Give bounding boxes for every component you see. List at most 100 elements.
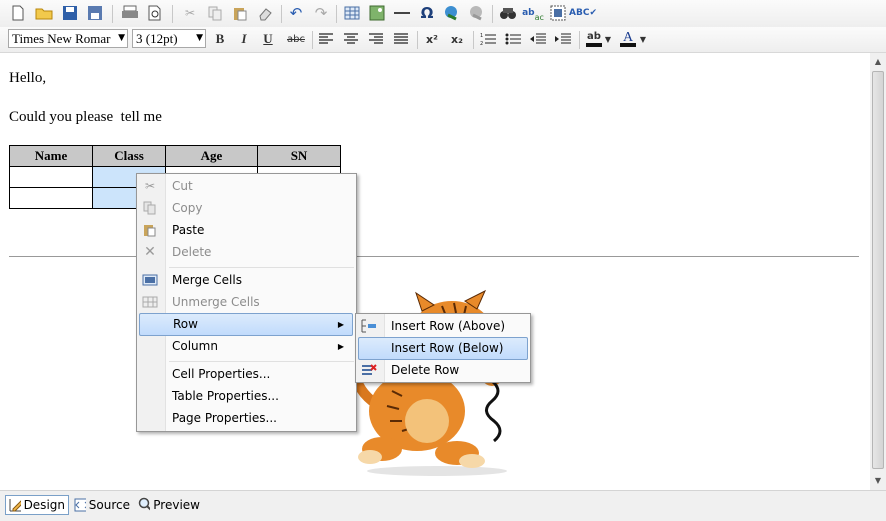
insert-table-icon[interactable] xyxy=(342,3,362,23)
view-mode-bar: Design Source Preview xyxy=(0,490,886,521)
menu-item-delete-row[interactable]: Delete Row xyxy=(358,360,526,381)
vertical-scrollbar[interactable]: ▲ ▼ xyxy=(870,53,886,490)
find-binoculars-icon[interactable] xyxy=(498,3,518,23)
editor-area[interactable]: Hello, Could you please tell me Name Cla… xyxy=(0,53,870,490)
header-cell-class[interactable]: Class xyxy=(92,145,166,167)
delete-x-icon: ✕ xyxy=(144,243,156,260)
source-tab-label: Source xyxy=(88,498,130,512)
source-tab[interactable]: Source xyxy=(71,495,133,515)
scroll-down-icon[interactable]: ▼ xyxy=(870,473,886,489)
header-cell-age[interactable]: Age xyxy=(165,145,258,167)
font-color-icon[interactable]: A xyxy=(618,28,638,48)
menu-item-cut[interactable]: ✂ Cut xyxy=(139,176,352,197)
font-family-value: Times New Romar xyxy=(12,31,111,46)
menu-item-cell-properties[interactable]: Cell Properties... xyxy=(139,364,352,385)
menu-item-row[interactable]: Row ▶ xyxy=(139,313,353,336)
save-icon[interactable] xyxy=(60,3,80,23)
toolbar-separator xyxy=(312,31,313,49)
preview-magnifier-icon xyxy=(138,497,151,511)
redo-icon[interactable]: ↷ xyxy=(311,3,331,23)
align-right-icon[interactable] xyxy=(366,29,386,49)
row-submenu: Insert Row (Above) Insert Row (Below) De… xyxy=(355,313,531,383)
menu-item-label: Insert Row (Below) xyxy=(391,341,504,355)
menu-item-insert-row-above[interactable]: Insert Row (Above) xyxy=(358,316,526,337)
format-toolbar: Times New Romar ▼ 3 (12pt) ▼ B I U abc x… xyxy=(0,27,886,53)
toolbar-separator xyxy=(336,5,337,23)
open-folder-icon[interactable] xyxy=(34,3,54,23)
chevron-down-icon[interactable]: ▼ xyxy=(603,29,613,49)
font-family-select[interactable]: Times New Romar ▼ xyxy=(8,29,128,48)
toolbar-separator xyxy=(492,5,493,23)
strikethrough-button[interactable]: abc xyxy=(284,29,308,49)
table-cell[interactable] xyxy=(9,187,93,209)
chevron-down-icon[interactable]: ▼ xyxy=(638,29,648,49)
menu-item-label: Column xyxy=(172,339,218,353)
new-document-icon[interactable] xyxy=(8,3,28,23)
insert-image-icon[interactable] xyxy=(367,3,387,23)
menu-item-table-properties[interactable]: Table Properties... xyxy=(139,386,352,407)
chevron-down-icon: ▼ xyxy=(118,33,125,43)
menu-item-column[interactable]: Column ▶ xyxy=(139,336,352,357)
outdent-icon[interactable] xyxy=(528,29,548,49)
scroll-up-icon[interactable]: ▲ xyxy=(870,54,886,70)
insert-link-icon[interactable] xyxy=(442,3,462,23)
subscript-button[interactable]: x₂ xyxy=(447,29,467,49)
cut-icon[interactable]: ✂ xyxy=(180,3,200,23)
print-icon[interactable] xyxy=(120,3,140,23)
submenu-arrow-icon: ▶ xyxy=(337,320,344,329)
justify-icon[interactable] xyxy=(391,29,411,49)
insert-row-above-icon xyxy=(361,318,377,334)
toolbar-separator xyxy=(579,31,580,49)
highlight-color-icon[interactable]: ab xyxy=(584,28,604,48)
replace-icon[interactable]: ab ac xyxy=(522,3,544,23)
print-preview-icon[interactable] xyxy=(145,3,165,23)
submenu-arrow-icon: ▶ xyxy=(337,342,344,351)
menu-item-label: Delete xyxy=(172,245,212,259)
toolbar-separator xyxy=(281,5,282,23)
paste-icon[interactable] xyxy=(230,3,250,23)
special-character-icon[interactable]: Ω xyxy=(417,3,437,23)
italic-button[interactable]: I xyxy=(234,29,254,49)
table-cell[interactable] xyxy=(9,166,93,188)
scissors-icon: ✂ xyxy=(144,178,156,193)
save-as-icon[interactable] xyxy=(85,3,105,23)
superscript-button[interactable]: x² xyxy=(422,29,442,49)
preview-tab[interactable]: Preview xyxy=(135,495,203,515)
menu-item-label: Copy xyxy=(172,201,203,215)
select-all-icon[interactable] xyxy=(548,3,568,23)
horizontal-rule-icon[interactable] xyxy=(392,3,412,23)
scrollbar-thumb[interactable] xyxy=(872,71,884,469)
menu-item-page-properties[interactable]: Page Properties... xyxy=(139,408,352,429)
spell-check-icon[interactable]: ABC✔ xyxy=(569,3,597,23)
align-left-icon[interactable] xyxy=(316,29,336,49)
svg-text:A: A xyxy=(623,30,634,45)
menu-item-paste[interactable]: Paste xyxy=(139,220,352,241)
font-size-select[interactable]: 3 (12pt) ▼ xyxy=(132,29,206,48)
menu-item-delete[interactable]: ✕ Delete xyxy=(139,242,352,263)
header-cell-sn[interactable]: SN xyxy=(257,145,341,167)
menu-item-insert-row-below[interactable]: Insert Row (Below) xyxy=(358,337,528,360)
unmerge-cells-icon xyxy=(142,294,158,310)
bold-button[interactable]: B xyxy=(210,29,230,49)
eraser-icon[interactable] xyxy=(255,3,275,23)
svg-text:ab: ab xyxy=(587,31,601,42)
header-cell-name[interactable]: Name xyxy=(9,145,93,167)
merge-cells-icon xyxy=(142,272,158,288)
align-center-icon[interactable] xyxy=(341,29,361,49)
menu-item-label: Insert Row (Above) xyxy=(391,319,506,333)
numbered-list-icon[interactable]: 12 xyxy=(478,29,498,49)
copy-icon[interactable] xyxy=(205,3,225,23)
bullet-list-icon[interactable] xyxy=(503,29,523,49)
undo-icon[interactable]: ↶ xyxy=(286,3,306,23)
menu-item-merge-cells[interactable]: Merge Cells xyxy=(139,270,352,291)
menu-item-label: Delete Row xyxy=(391,363,460,377)
remove-link-icon[interactable] xyxy=(467,3,487,23)
menu-item-label: Merge Cells xyxy=(172,273,242,287)
indent-icon[interactable] xyxy=(553,29,573,49)
menu-item-label: Table Properties... xyxy=(172,389,279,403)
underline-button[interactable]: U xyxy=(258,29,278,49)
menu-item-unmerge-cells[interactable]: Unmerge Cells xyxy=(139,292,352,313)
menu-item-label: Paste xyxy=(172,223,205,237)
menu-item-copy[interactable]: Copy xyxy=(139,198,352,219)
design-tab[interactable]: Design xyxy=(5,495,69,515)
